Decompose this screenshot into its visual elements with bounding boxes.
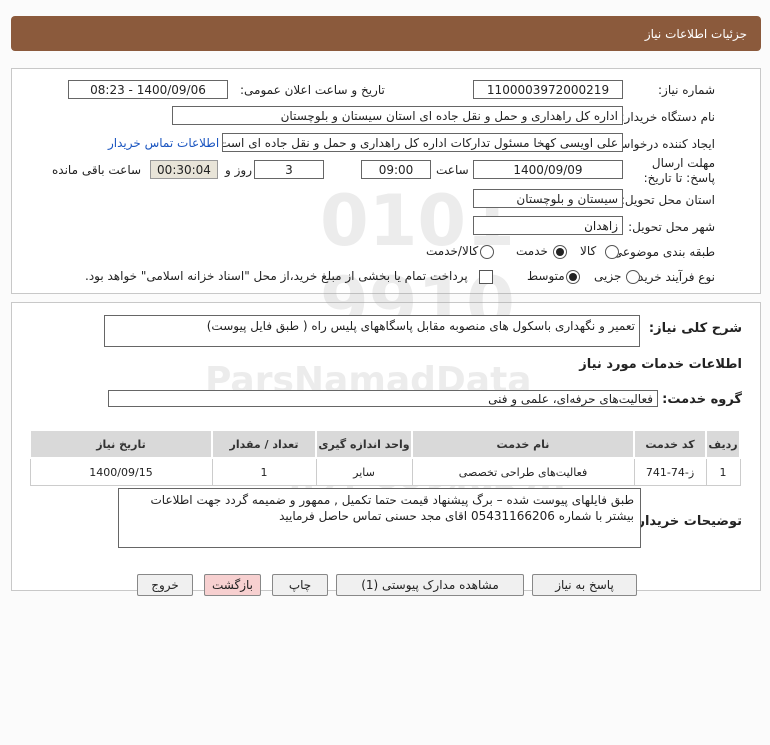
category-goods-label: کالا (580, 244, 597, 258)
deadline-date-field: 1400/09/09 (473, 160, 623, 179)
treasury-payment-checkbox[interactable] (479, 270, 493, 284)
service-group-label: گروه خدمت: (662, 392, 742, 407)
need-number-field: 1100003972000219 (473, 80, 623, 99)
summary-field: تعمیر و نگهداری باسکول های منصوبه مقابل … (104, 315, 640, 347)
category-service-label: خدمت (516, 244, 548, 258)
print-button[interactable]: چاپ (272, 574, 328, 596)
deadline-label: مهلت ارسال پاسخ: تا تاریخ: (643, 156, 715, 185)
announce-date-label: تاریخ و ساعت اعلان عمومی: (240, 83, 385, 97)
category-goods-radio[interactable] (605, 245, 619, 259)
process-minor-label: جزیی (594, 269, 622, 283)
col-need-date: تاریخ نیاز (29, 429, 213, 459)
exit-button[interactable]: خروج (137, 574, 193, 596)
category-label: طبقه بندی موضوعی: (608, 245, 715, 259)
services-table: ردیف کد خدمت نام خدمت واحد اندازه گیری ت… (29, 429, 741, 486)
category-goods-service-radio[interactable] (480, 245, 494, 259)
buyer-org-field: اداره کل راهداری و حمل و نقل جاده ای است… (172, 106, 623, 125)
service-group-field: فعالیت‌های حرفه‌ای، علمی و فنی (108, 390, 658, 407)
remaining-time-field: 00:30:04 (150, 160, 218, 179)
days-label: روز و (225, 163, 252, 177)
col-quantity: تعداد / مقدار (211, 429, 317, 459)
back-button[interactable]: بازگشت (204, 574, 261, 596)
summary-label: شرح کلی نیاز: (648, 321, 742, 336)
treasury-payment-note: پرداخت تمام یا بخشی از مبلغ خرید،از محل … (85, 269, 468, 283)
table-header-row: ردیف کد خدمت نام خدمت واحد اندازه گیری ت… (29, 429, 741, 459)
col-service-code: کد خدمت (633, 429, 707, 459)
process-medium-label: متوسط (527, 269, 565, 283)
process-minor-radio[interactable] (626, 270, 640, 284)
announce-date-field: 1400/09/06 - 08:23 (68, 80, 228, 99)
city-label: شهر محل تحویل: (628, 220, 715, 234)
category-service-radio[interactable] (553, 245, 567, 259)
col-service-name: نام خدمت (411, 429, 635, 459)
table-row: 1 ز-74-741 فعالیت‌های طراحی تخصصی سایر 1… (29, 457, 741, 486)
city-field: زاهدان (473, 216, 623, 235)
category-goods-service-label: کالا/خدمت (426, 244, 479, 258)
process-type-label: نوع فرآیند خرید : (630, 270, 715, 284)
need-number-label: شماره نیاز: (658, 83, 715, 97)
services-section-title: اطلاعات خدمات مورد نیاز (579, 357, 742, 372)
buyer-notes-label: توضیحات خریدار: (632, 514, 742, 529)
cell-row: 1 (705, 457, 741, 486)
reply-button[interactable]: پاسخ به نیاز (532, 574, 637, 596)
cell-unit: سایر (315, 457, 413, 486)
province-field: سیستان و بلوچستان (473, 189, 623, 208)
cell-service-code: ز-74-741 (633, 457, 707, 486)
remaining-time-label: ساعت باقی مانده (52, 163, 142, 177)
page-title: جزئیات اطلاعات نیاز (644, 27, 747, 41)
deadline-time-label: ساعت (436, 163, 469, 177)
view-attachments-button[interactable]: مشاهده مدارک پیوستی (1) (336, 574, 524, 596)
col-row: ردیف (705, 429, 741, 459)
province-label: استان محل تحویل: (620, 193, 715, 207)
cell-quantity: 1 (211, 457, 317, 486)
col-unit: واحد اندازه گیری (315, 429, 413, 459)
page-header: جزئیات اطلاعات نیاز (11, 16, 761, 51)
deadline-time-field: 09:00 (361, 160, 431, 179)
request-creator-field: علی اویسی کهخا مسئول تدارکات اداره کل را… (222, 133, 623, 152)
days-remaining-field: 3 (254, 160, 324, 179)
buyer-notes-field: طبق فایلهای پیوست شده – برگ پیشنهاد قیمت… (118, 488, 641, 548)
cell-service-name: فعالیت‌های طراحی تخصصی (411, 457, 635, 486)
buyer-contact-link[interactable]: اطلاعات تماس خریدار (108, 136, 219, 150)
cell-need-date: 1400/09/15 (29, 457, 213, 486)
process-medium-radio[interactable] (566, 270, 580, 284)
buyer-org-label: نام دستگاه خریدار: (620, 110, 716, 124)
